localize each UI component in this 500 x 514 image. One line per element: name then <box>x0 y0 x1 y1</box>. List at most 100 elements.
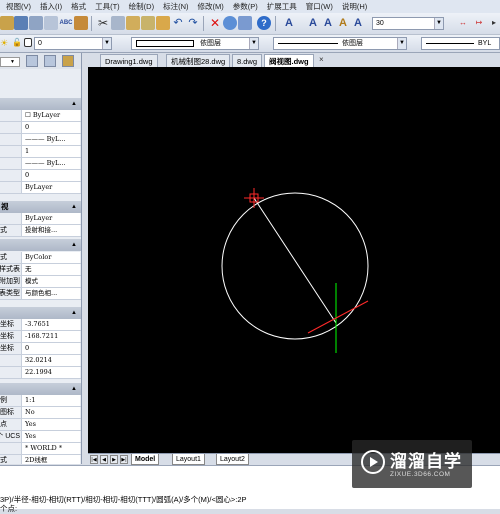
property-value[interactable]: Yes <box>21 419 80 430</box>
dimension-linear-icon[interactable]: ↔ <box>456 16 470 30</box>
single-text-icon[interactable]: A <box>321 16 335 30</box>
menu-modify[interactable]: 修改(M) <box>198 1 224 12</box>
property-value[interactable]: -168.7211 <box>21 331 80 342</box>
menu-parametric[interactable]: 参数(P) <box>233 1 258 12</box>
property-row[interactable]: ——— ByL... <box>0 158 81 170</box>
linetype-combo[interactable]: 依图层 ▼ <box>273 37 407 50</box>
print-icon[interactable] <box>29 16 43 30</box>
zoom-icon[interactable] <box>238 16 252 30</box>
lineweight-combo[interactable]: BYL <box>421 37 500 50</box>
property-value[interactable]: 1 <box>21 146 80 157</box>
property-value[interactable]: * WORLD * <box>21 443 80 454</box>
property-value[interactable]: Yes <box>21 431 80 442</box>
drawing-canvas[interactable] <box>88 67 500 453</box>
property-row[interactable]: 个 UCSYes <box>0 431 81 443</box>
save-icon[interactable] <box>14 16 28 30</box>
property-row[interactable]: ——— ByL... <box>0 134 81 146</box>
property-value[interactable]: 22.1994 <box>21 367 80 378</box>
paste-special-icon[interactable] <box>141 16 155 30</box>
close-icon[interactable]: × <box>319 55 324 64</box>
property-value[interactable]: 2D线框 <box>21 455 80 464</box>
property-row[interactable]: ByLayer <box>0 182 81 194</box>
section-general-header[interactable]: ▲ <box>0 98 81 110</box>
property-row[interactable]: ByLayer <box>0 213 81 225</box>
scale-text-icon[interactable]: A <box>351 16 365 30</box>
color-combo[interactable]: 依图层 ▼ <box>131 37 259 50</box>
open-icon[interactable] <box>0 16 14 30</box>
property-value[interactable]: 与颜色相... <box>21 288 80 299</box>
preview-icon[interactable] <box>44 16 58 30</box>
property-value[interactable]: -3.7651 <box>21 319 80 330</box>
section-misc-header[interactable]: ▲ <box>0 383 81 395</box>
text-style-icon[interactable]: A <box>282 16 296 30</box>
cut-icon[interactable]: ✂ <box>96 16 110 30</box>
tab-drawing1[interactable]: Drawing1.dwg <box>100 54 158 67</box>
property-row[interactable]: * WORLD * <box>0 443 81 455</box>
sun-icon[interactable]: ☀ <box>0 37 10 49</box>
lock-icon[interactable]: 🔓 <box>12 37 22 49</box>
property-row[interactable]: ☐ ByLayer <box>0 110 81 122</box>
prev-tab-icon[interactable]: ◀ <box>100 455 108 464</box>
first-tab-icon[interactable]: |◀ <box>90 455 98 464</box>
menu-dimension[interactable]: 标注(N) <box>163 1 188 12</box>
property-value[interactable]: 0 <box>21 170 80 181</box>
menu-view[interactable]: 视图(V) <box>6 1 31 12</box>
property-row[interactable]: 22.1994 <box>0 367 81 379</box>
property-row[interactable]: 表类型 与颜色相... <box>0 288 81 300</box>
paste-icon[interactable] <box>126 16 140 30</box>
spellcheck-icon[interactable]: ABC <box>59 16 73 30</box>
property-row[interactable]: 点 Yes <box>0 419 81 431</box>
property-row[interactable]: 式 投射和接... <box>0 225 81 237</box>
tab-model[interactable]: Model <box>131 454 160 465</box>
property-value[interactable]: 投射和接... <box>21 225 80 236</box>
property-row[interactable]: 0 <box>0 122 81 134</box>
format-icon[interactable] <box>74 16 88 30</box>
copy-icon[interactable] <box>111 16 125 30</box>
section-plot-header[interactable]: ▲ <box>0 239 81 251</box>
property-row[interactable]: 32.0214 <box>0 355 81 367</box>
section-3d-header[interactable]: 视 ▲ <box>0 201 81 213</box>
tab-layout1[interactable]: Layout1 <box>172 454 205 465</box>
property-value[interactable]: 模式 <box>21 276 80 287</box>
undo-icon[interactable]: ↶ <box>171 16 185 30</box>
property-value[interactable]: ——— ByL... <box>21 158 80 169</box>
property-row[interactable]: 0 <box>0 170 81 182</box>
next-tab-icon[interactable]: ▶ <box>110 455 118 464</box>
property-row[interactable]: 式 ByColor <box>0 252 81 264</box>
property-row[interactable]: 坐标 -168.7211 <box>0 331 81 343</box>
help-icon[interactable]: ? <box>257 16 271 30</box>
tab-valve-view[interactable]: 阀视图.dwg <box>264 54 314 67</box>
property-value[interactable]: No <box>21 407 80 418</box>
dimension-aligned-icon[interactable]: ↦ <box>472 16 486 30</box>
menu-help[interactable]: 说明(H) <box>342 1 367 12</box>
toggle-pickadd-icon[interactable] <box>26 55 38 67</box>
menu-tools[interactable]: 工具(T) <box>95 1 120 12</box>
property-value[interactable]: ByColor <box>21 252 80 263</box>
multiline-text-icon[interactable]: A <box>306 16 320 30</box>
section-view-header[interactable]: ▲ <box>0 307 81 319</box>
layer-combo[interactable]: 0 ▼ <box>34 37 112 50</box>
edit-text-icon[interactable]: A <box>336 16 350 30</box>
property-value[interactable]: 0 <box>21 343 80 354</box>
tab-layout2[interactable]: Layout2 <box>216 454 249 465</box>
property-row[interactable]: 1 <box>0 146 81 158</box>
last-tab-icon[interactable]: ▶| <box>120 455 128 464</box>
redo-icon[interactable]: ↷ <box>186 16 200 30</box>
menu-extensions[interactable]: 扩展工具 <box>267 1 297 12</box>
property-value[interactable]: ——— ByL... <box>21 134 80 145</box>
tab-mechanical-28[interactable]: 机械制图28.dwg <box>166 54 231 67</box>
property-value[interactable]: 无 <box>21 264 80 275</box>
select-objects-icon[interactable] <box>44 55 56 67</box>
match-properties-icon[interactable] <box>156 16 170 30</box>
property-row[interactable]: 附加到 模式 <box>0 276 81 288</box>
property-value[interactable]: ByLayer <box>21 213 80 224</box>
pan-icon[interactable] <box>223 16 237 30</box>
property-value[interactable]: 0 <box>21 122 80 133</box>
menu-format[interactable]: 格式 <box>71 1 86 12</box>
property-value[interactable]: 32.0214 <box>21 355 80 366</box>
property-row[interactable]: 样式表无 <box>0 264 81 276</box>
quick-select-icon[interactable] <box>62 55 74 67</box>
property-row[interactable]: 例 1:1 <box>0 395 81 407</box>
delete-icon[interactable]: ✕ <box>208 16 222 30</box>
text-height-combo[interactable]: 30 ▼ <box>372 17 444 30</box>
